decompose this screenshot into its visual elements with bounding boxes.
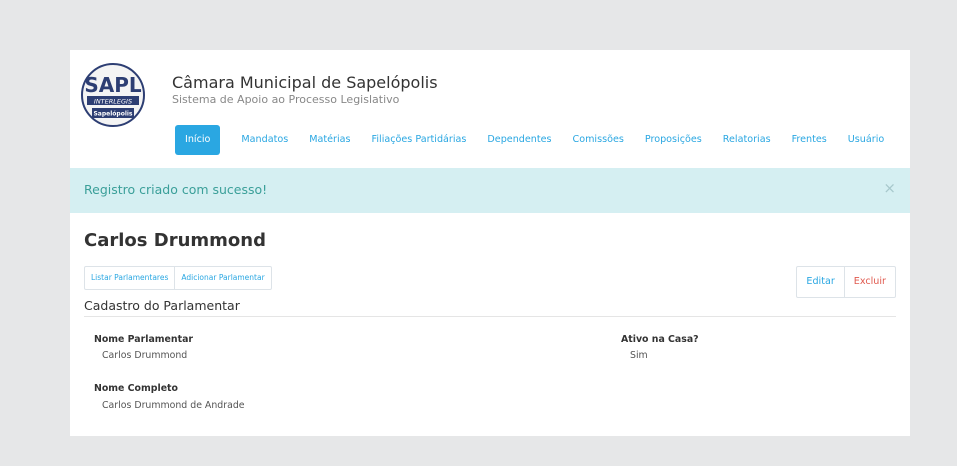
success-alert: Registro criado com sucesso! × bbox=[70, 168, 910, 213]
nav-item-inicio[interactable]: Início bbox=[175, 125, 221, 155]
logo-wordmark: SAPL bbox=[84, 73, 142, 97]
ativo-value: Sim bbox=[630, 350, 648, 361]
nav-item-frentes[interactable]: Frentes bbox=[792, 125, 827, 155]
main-card: SAPL INTERLEGIS Sapelópolis Câmara Munic… bbox=[70, 50, 910, 436]
parlamentar-subnav: Listar Parlamentares Adicionar Parlament… bbox=[84, 266, 272, 290]
close-icon[interactable]: × bbox=[883, 179, 896, 197]
sapl-logo[interactable]: SAPL INTERLEGIS Sapelópolis bbox=[80, 62, 146, 128]
ativo-label: Ativo na Casa? bbox=[621, 334, 699, 345]
nav-item-mandatos[interactable]: Mandatos bbox=[241, 125, 288, 155]
list-parlamentares-link[interactable]: Listar Parlamentares bbox=[85, 267, 174, 289]
alert-message: Registro criado com sucesso! bbox=[84, 182, 268, 197]
page-title: Carlos Drummond bbox=[84, 230, 266, 251]
nav-item-relatorias[interactable]: Relatorias bbox=[723, 125, 771, 155]
add-parlamentar-link[interactable]: Adicionar Parlamentar bbox=[174, 267, 270, 289]
nav-item-usuario[interactable]: Usuário bbox=[848, 125, 884, 155]
logo-band: INTERLEGIS bbox=[94, 98, 132, 106]
nav-item-filiacoes[interactable]: Filiações Partidárias bbox=[372, 125, 467, 155]
nav-item-comissoes[interactable]: Comissões bbox=[573, 125, 624, 155]
record-actions: Editar Excluir bbox=[796, 266, 896, 298]
nav-item-materias[interactable]: Matérias bbox=[309, 125, 350, 155]
section-divider bbox=[84, 316, 896, 317]
site-subtitle: Sistema de Apoio ao Processo Legislativo bbox=[172, 93, 400, 106]
nav-item-proposicoes[interactable]: Proposições bbox=[645, 125, 702, 155]
logo-caption: Sapelópolis bbox=[93, 111, 132, 118]
site-title: Câmara Municipal de Sapelópolis bbox=[172, 73, 438, 92]
nome-completo-value: Carlos Drummond de Andrade bbox=[102, 400, 245, 411]
section-title: Cadastro do Parlamentar bbox=[84, 298, 240, 313]
nome-parlamentar-label: Nome Parlamentar bbox=[94, 334, 194, 345]
nome-completo-label: Nome Completo bbox=[94, 383, 178, 394]
edit-button[interactable]: Editar bbox=[797, 267, 843, 297]
site-header: SAPL INTERLEGIS Sapelópolis Câmara Munic… bbox=[70, 50, 910, 170]
delete-button[interactable]: Excluir bbox=[843, 267, 895, 297]
nome-parlamentar-value: Carlos Drummond bbox=[102, 350, 188, 361]
main-nav: Início Mandatos Matérias Filiações Parti… bbox=[175, 125, 884, 155]
nav-item-dependentes[interactable]: Dependentes bbox=[487, 125, 551, 155]
